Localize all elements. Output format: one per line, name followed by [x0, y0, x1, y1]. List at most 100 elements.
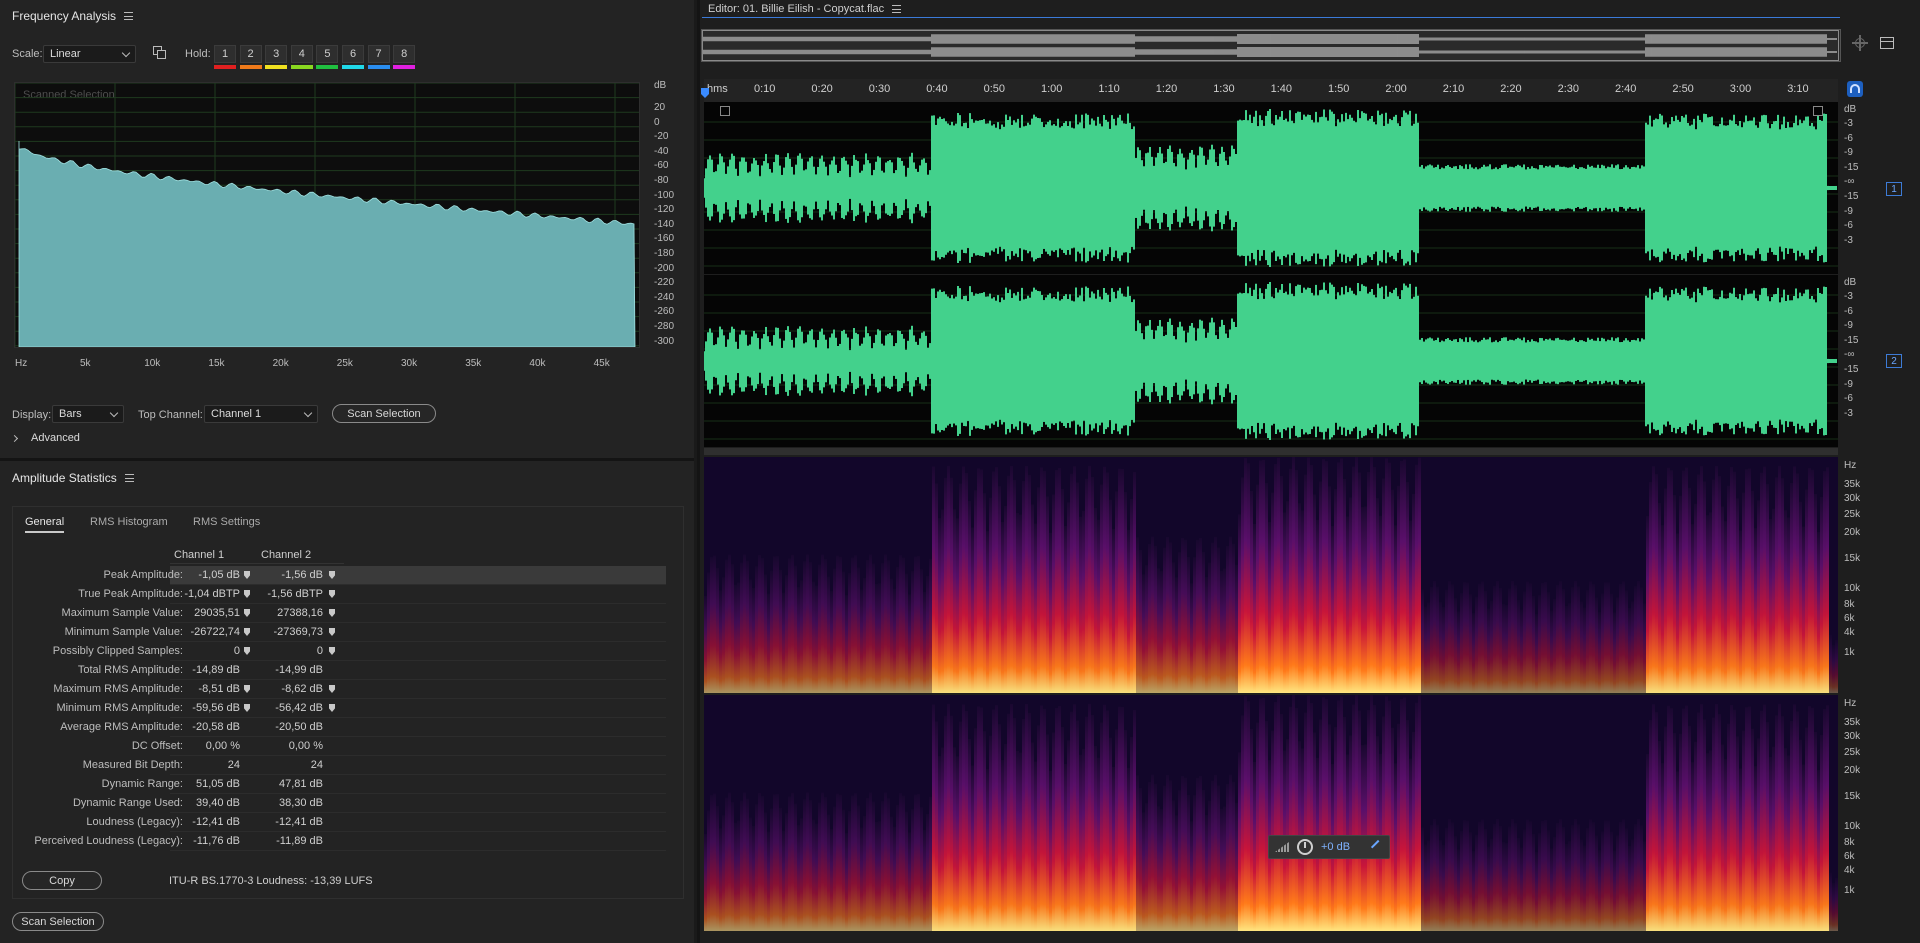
- hz-tick-label: 35k: [465, 358, 482, 369]
- waveform-channel-2[interactable]: [703, 275, 1838, 447]
- goto-marker-icon[interactable]: [244, 609, 250, 617]
- display-select[interactable]: Bars: [52, 405, 124, 423]
- hz-tick-label: 25k: [336, 358, 353, 369]
- stat-channel-1: 0: [233, 645, 240, 657]
- hold-button-8[interactable]: 8: [393, 45, 416, 63]
- goto-marker-icon[interactable]: [329, 609, 335, 617]
- time-tick-label: 0:30: [868, 83, 891, 95]
- goto-marker-icon[interactable]: [329, 571, 335, 579]
- copy-button[interactable]: Copy: [22, 871, 102, 890]
- hz-tick-label: 35k: [1844, 479, 1861, 490]
- db-tick-label: -100: [654, 189, 675, 201]
- top-channel-select[interactable]: Channel 1: [204, 405, 318, 423]
- spectrogram-channel-2[interactable]: [704, 695, 1838, 931]
- stat-channel-1: 39,40 dB: [195, 797, 240, 809]
- pin-icon[interactable]: [1370, 839, 1386, 855]
- fade-out-handle[interactable]: [1813, 106, 1823, 116]
- db-tick-label: -15: [1844, 161, 1859, 173]
- scan-selection-button[interactable]: Scan Selection: [332, 404, 436, 423]
- frequency-graph[interactable]: Scanned Selection: [14, 82, 640, 348]
- hold-button-5[interactable]: 5: [316, 45, 339, 63]
- db-tick-label: -300: [654, 335, 675, 347]
- time-tick-label: 3:00: [1729, 83, 1752, 95]
- goto-marker-icon[interactable]: [244, 704, 250, 712]
- hold-button-4[interactable]: 4: [290, 45, 313, 63]
- stat-channel-2: 47,81 dB: [278, 778, 323, 790]
- hz-tick-label: 20k: [1844, 527, 1861, 538]
- hz-tick-label: 30k: [1844, 493, 1861, 504]
- goto-marker-icon[interactable]: [329, 647, 335, 655]
- hold-color-bar: [265, 65, 288, 69]
- db-tick-label: -6: [1844, 220, 1853, 232]
- stat-channel-2: 24: [310, 759, 323, 771]
- volume-hud[interactable]: +0 dB: [1268, 835, 1390, 859]
- panel-menu-icon[interactable]: [892, 5, 902, 13]
- editor-active-indicator: [702, 17, 1840, 18]
- view-splitter[interactable]: [704, 448, 1838, 455]
- hold-button-1[interactable]: 1: [214, 45, 236, 63]
- goto-marker-icon[interactable]: [244, 590, 250, 598]
- stat-channel-2: 27388,16: [277, 607, 323, 619]
- zoom-crosshair-icon[interactable]: [1852, 35, 1868, 51]
- hold-button-7[interactable]: 7: [367, 45, 390, 63]
- stat-channel-1: 51,05 dB: [195, 778, 240, 790]
- db-tick-label: -9: [1844, 205, 1853, 217]
- channel-1-header: Channel 1: [174, 549, 225, 561]
- channel-1-badge[interactable]: 1: [1886, 182, 1902, 196]
- scale-select-value: Linear: [50, 48, 81, 60]
- volume-knob-icon[interactable]: [1297, 839, 1313, 855]
- stat-channel-1: -59,56 dB: [192, 702, 240, 714]
- stat-name: True Peak Amplitude:: [78, 588, 183, 600]
- hz-tick-label: Hz: [15, 358, 28, 369]
- tab-general[interactable]: General: [25, 516, 65, 533]
- overview-waveform[interactable]: [701, 29, 1841, 62]
- hold-color-bar: [367, 65, 390, 69]
- channel-2-badge[interactable]: 2: [1886, 354, 1902, 368]
- goto-marker-icon[interactable]: [329, 628, 335, 636]
- amplitude-scan-selection-button[interactable]: Scan Selection: [12, 912, 104, 931]
- marker-shape: [329, 704, 335, 712]
- panel-title-text: Amplitude Statistics: [12, 471, 117, 485]
- goto-marker-icon[interactable]: [244, 647, 250, 655]
- goto-marker-icon[interactable]: [329, 685, 335, 693]
- marker-shape: [329, 590, 335, 598]
- hold-button-2[interactable]: 2: [239, 45, 262, 63]
- hold-color-bar: [290, 65, 313, 69]
- stat-channel-1: -26722,74: [190, 626, 240, 638]
- goto-marker-icon[interactable]: [329, 704, 335, 712]
- tab-rms-settings[interactable]: RMS Settings: [193, 516, 260, 528]
- hz-unit-label: Hz: [1844, 460, 1857, 471]
- stat-name: Possibly Clipped Samples:: [52, 645, 183, 657]
- hold-button-6[interactable]: 6: [342, 45, 364, 63]
- db-tick-label: -20: [654, 131, 669, 143]
- tab-rms-histogram[interactable]: RMS Histogram: [90, 516, 168, 528]
- goto-marker-icon[interactable]: [329, 590, 335, 598]
- marker-shape: [329, 571, 335, 579]
- view-toggle-icon[interactable]: [1880, 37, 1894, 49]
- hz-tick-label: 45k: [593, 358, 610, 369]
- copy-to-clipboard-icon[interactable]: [153, 46, 167, 60]
- panel-menu-icon[interactable]: [124, 474, 134, 482]
- display-select-value: Bars: [59, 408, 82, 420]
- db-tick-label: -∞: [1844, 176, 1855, 188]
- fade-in-handle[interactable]: [720, 106, 730, 116]
- hold-color-bar: [316, 65, 339, 69]
- goto-marker-icon[interactable]: [244, 685, 250, 693]
- hold-button-3[interactable]: 3: [265, 45, 288, 63]
- top-channel-label: Top Channel:: [138, 409, 203, 421]
- headphones-icon[interactable]: [1847, 81, 1863, 97]
- waveform-channel-1[interactable]: [703, 102, 1838, 274]
- table-row: Total RMS Amplitude: -14,89 dB -14,99 dB: [18, 661, 666, 680]
- marker-shape: [244, 590, 250, 598]
- table-row: Minimum Sample Value: -26722,74 -27369,73: [18, 623, 666, 642]
- panel-menu-icon[interactable]: [124, 12, 134, 20]
- hz-tick-label: 6k: [1844, 851, 1855, 862]
- advanced-disclosure[interactable]: Advanced: [10, 432, 80, 444]
- spectrogram-channel-1[interactable]: [704, 457, 1838, 693]
- goto-marker-icon[interactable]: [244, 628, 250, 636]
- goto-marker-icon[interactable]: [244, 571, 250, 579]
- scale-select[interactable]: Linear: [43, 45, 136, 63]
- table-row: True Peak Amplitude: -1,04 dBTP -1,56 dBTP: [18, 585, 666, 604]
- hz-tick-label: 30k: [1844, 731, 1861, 742]
- signal-icon: [1275, 842, 1289, 852]
